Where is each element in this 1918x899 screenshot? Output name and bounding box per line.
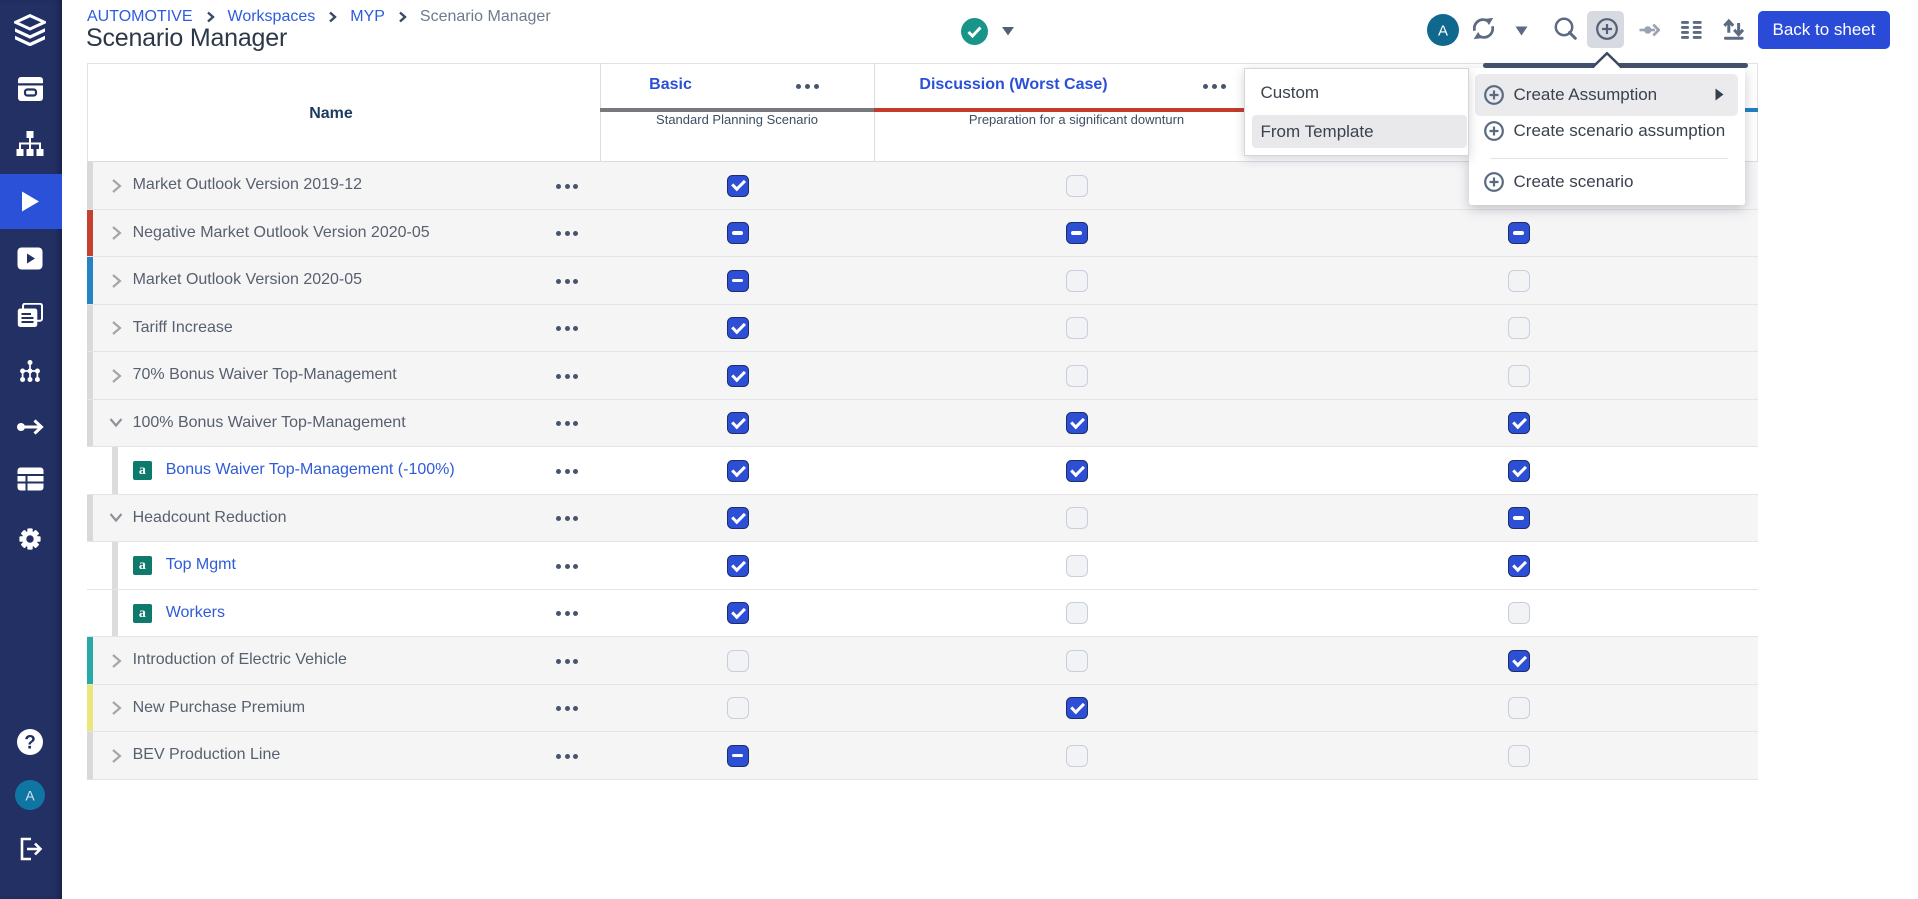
svg-text:A: A xyxy=(25,788,35,804)
svg-text:?: ? xyxy=(24,733,36,754)
svg-text:A: A xyxy=(1438,23,1448,40)
